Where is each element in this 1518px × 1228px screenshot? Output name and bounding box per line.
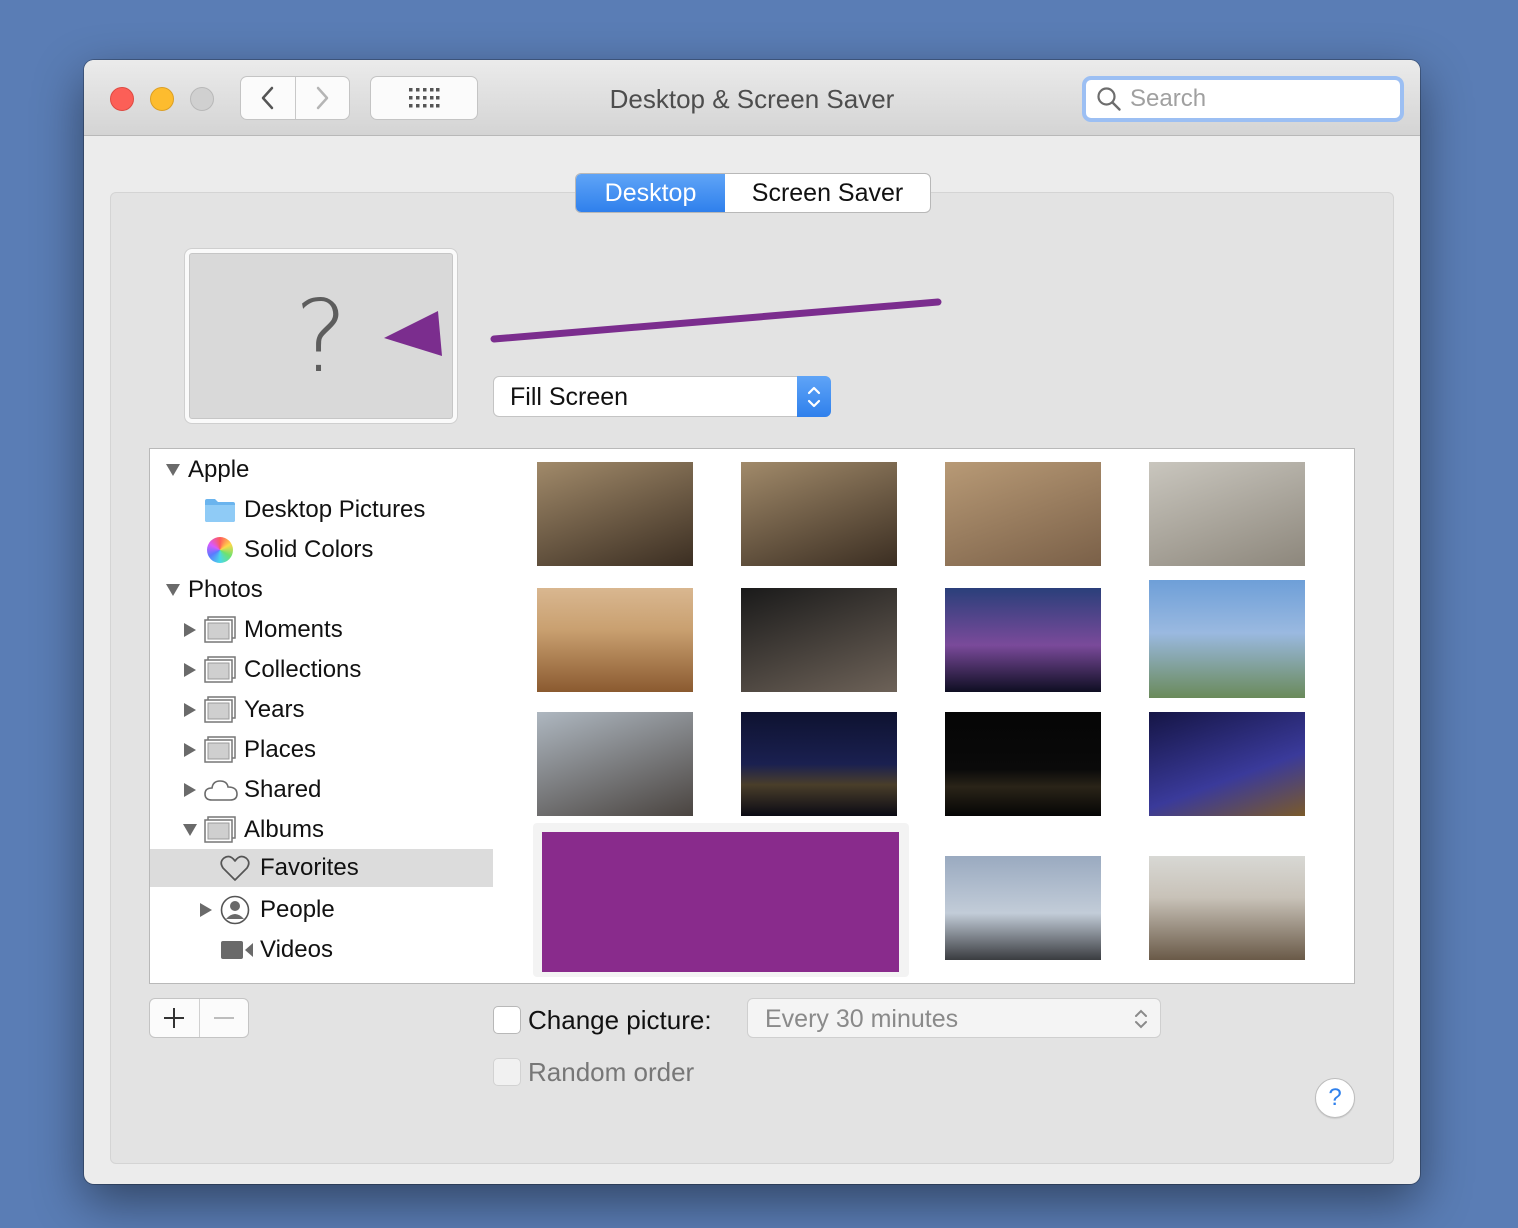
sidebar-item-places[interactable]: Places (150, 731, 493, 769)
cloud-icon (204, 780, 238, 801)
wallpaper-thumbnail[interactable] (945, 712, 1101, 816)
photo-stack-icon (204, 616, 236, 643)
remove-folder-button[interactable] (198, 999, 249, 1037)
grid-icon (409, 88, 440, 108)
plus-icon (164, 1008, 185, 1028)
disclosure-right-icon[interactable] (182, 662, 198, 678)
sidebar-item-people[interactable]: People (150, 891, 493, 929)
wallpaper-thumbnail[interactable] (1149, 580, 1305, 698)
change-interval-popup[interactable]: Every 30 minutes (747, 998, 1161, 1038)
source-list: Apple Desktop Pictures Solid Colors Phot… (149, 448, 494, 984)
chevron-updown-icon (1135, 1009, 1147, 1029)
disclosure-right-icon[interactable] (182, 742, 198, 758)
change-picture-checkbox[interactable] (493, 1006, 521, 1034)
disclosure-right-icon[interactable] (182, 702, 198, 718)
add-folder-button[interactable] (150, 999, 199, 1037)
heart-icon (220, 855, 250, 881)
tab-bar: Desktop Screen Saver (575, 173, 931, 213)
search-icon (1097, 87, 1121, 111)
minus-icon (213, 1017, 234, 1019)
disclosure-down-icon[interactable] (182, 822, 198, 838)
sidebar-item-albums[interactable]: Albums (150, 811, 493, 849)
wallpaper-thumbnail[interactable] (741, 712, 897, 816)
wallpaper-thumbnail[interactable] (741, 462, 897, 566)
change-interval-value: Every 30 minutes (765, 1005, 959, 1033)
sidebar-item-videos[interactable]: Videos (150, 931, 493, 969)
search-input[interactable] (1130, 85, 1380, 113)
wallpaper-thumbnail[interactable] (741, 588, 897, 692)
wallpaper-thumbnail[interactable] (945, 462, 1101, 566)
disclosure-right-icon[interactable] (198, 902, 214, 918)
back-forward-control (240, 76, 350, 120)
tab-desktop[interactable]: Desktop (576, 174, 725, 212)
show-all-button[interactable] (370, 76, 478, 120)
disclosure-right-icon[interactable] (182, 622, 198, 638)
disclosure-down-icon[interactable] (165, 462, 181, 478)
title-bar: Desktop & Screen Saver (84, 60, 1420, 136)
sidebar-item-shared[interactable]: Shared (150, 771, 493, 809)
random-order-label: Random order (528, 1057, 695, 1087)
search-field[interactable] (1082, 76, 1404, 122)
video-camera-icon (221, 941, 253, 959)
photo-stack-icon (204, 656, 236, 683)
chevron-left-icon (261, 86, 273, 110)
chevron-right-icon (317, 86, 329, 110)
wallpaper-thumbnail[interactable] (537, 462, 693, 566)
fit-mode-popup[interactable]: Fill Screen (493, 376, 831, 417)
random-order-checkbox[interactable] (493, 1058, 521, 1086)
back-button[interactable] (241, 77, 295, 119)
sidebar-item-years[interactable]: Years (150, 691, 493, 729)
window-title: Desktop & Screen Saver (609, 84, 895, 114)
wallpaper-thumbnail[interactable] (945, 588, 1101, 692)
wallpaper-thumbnail[interactable] (1149, 712, 1305, 816)
tab-screen-saver[interactable]: Screen Saver (725, 174, 930, 212)
close-button[interactable] (110, 87, 134, 111)
preferences-window: Desktop & Screen Saver Desktop Screen Sa… (84, 60, 1420, 1184)
disclosure-right-icon[interactable] (182, 782, 198, 798)
sidebar-item-desktop-pictures[interactable]: Desktop Pictures (150, 491, 493, 529)
annotation-arrow (384, 298, 942, 356)
sidebar-item-solid-colors[interactable]: Solid Colors (150, 531, 493, 569)
popup-stepper-icon (797, 376, 831, 417)
color-wheel-icon (207, 537, 233, 563)
sidebar-item-favorites[interactable]: Favorites (150, 849, 493, 887)
wallpaper-thumbnail[interactable] (537, 712, 693, 816)
change-picture-label: Change picture: (528, 1005, 712, 1035)
image-grid (493, 448, 1355, 984)
sidebar-item-photos[interactable]: Photos (150, 571, 493, 609)
person-icon (220, 895, 250, 925)
minimize-button[interactable] (150, 87, 174, 111)
photo-stack-icon (204, 736, 236, 763)
forward-button[interactable] (294, 77, 350, 119)
sidebar-item-collections[interactable]: Collections (150, 651, 493, 689)
wallpaper-thumbnail[interactable] (1149, 462, 1305, 566)
sidebar-item-apple[interactable]: Apple (150, 451, 493, 489)
wallpaper-thumbnail[interactable] (537, 588, 693, 692)
redaction-box (542, 832, 899, 972)
folder-icon (205, 499, 235, 522)
wallpaper-thumbnail[interactable] (1149, 856, 1305, 960)
add-remove-control (149, 998, 249, 1038)
wallpaper-thumbnail[interactable] (945, 856, 1101, 960)
photo-stack-icon (204, 816, 236, 843)
selected-wallpaper-thumbnail[interactable] (533, 823, 909, 977)
disclosure-down-icon[interactable] (165, 582, 181, 598)
fit-mode-value: Fill Screen (510, 383, 629, 411)
sidebar-item-moments[interactable]: Moments (150, 611, 493, 649)
photo-stack-icon (204, 696, 236, 723)
zoom-button[interactable] (190, 87, 214, 111)
help-button[interactable]: ? (1315, 1078, 1355, 1118)
